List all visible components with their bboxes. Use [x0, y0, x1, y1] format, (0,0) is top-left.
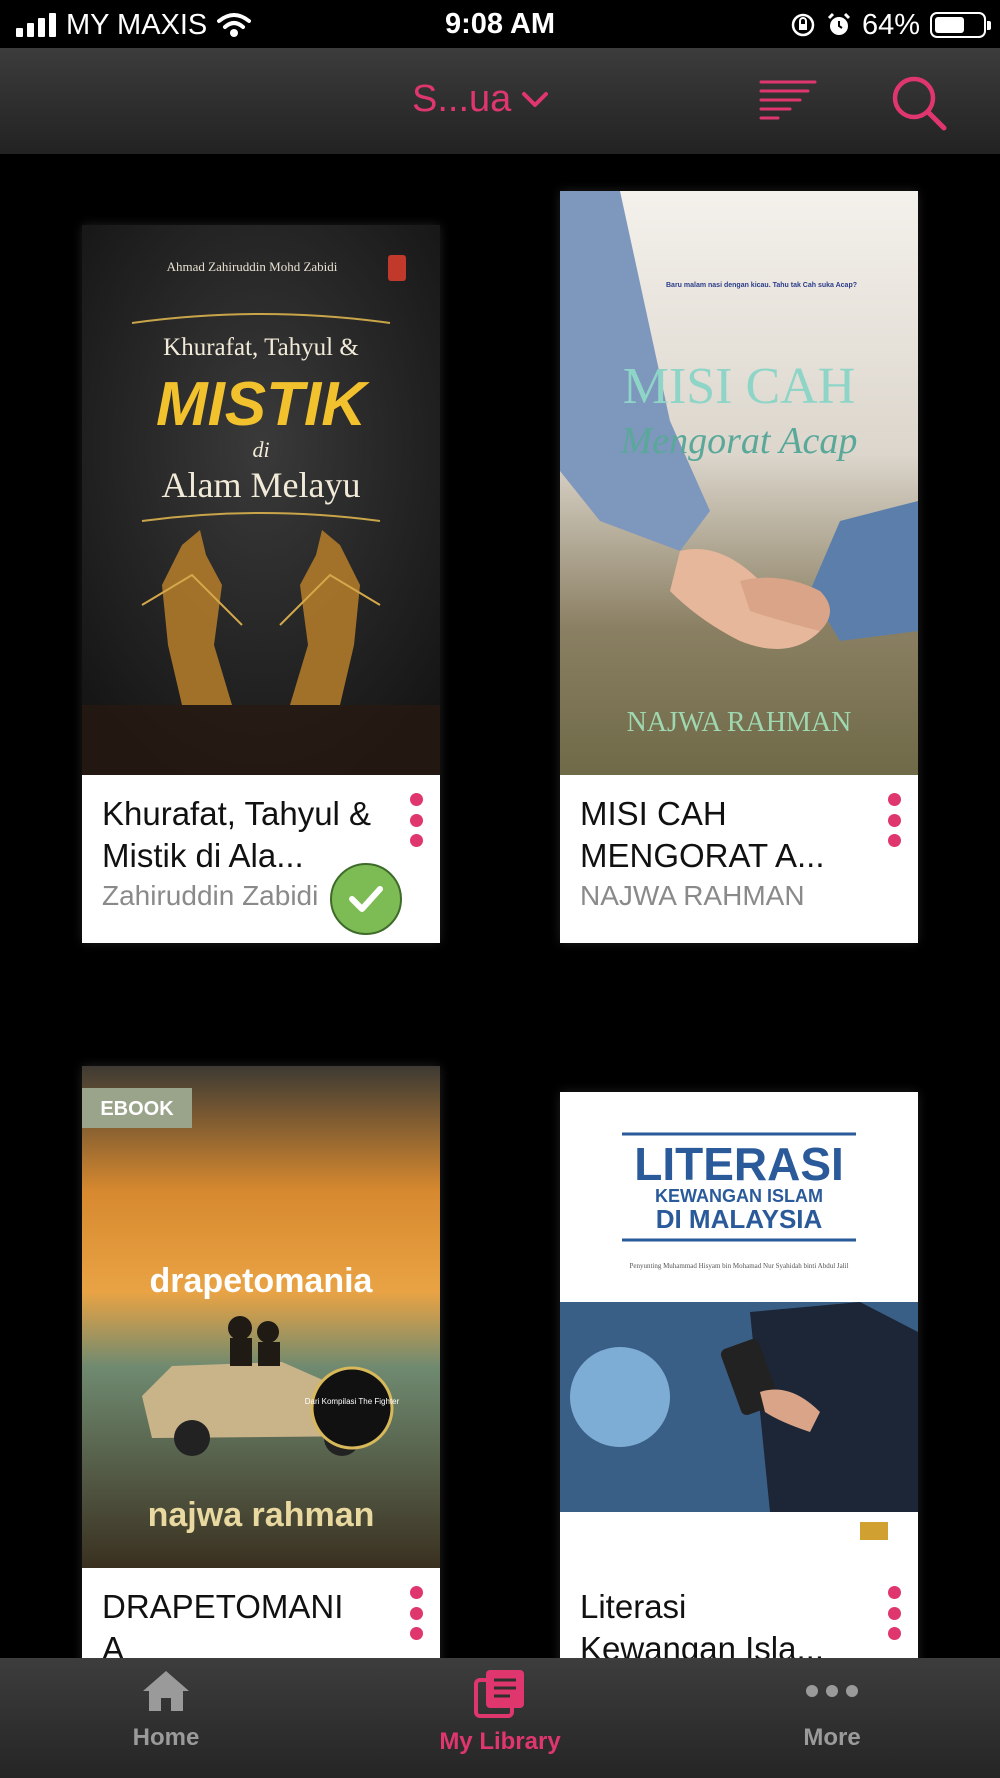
battery-icon [930, 12, 991, 38]
filter-title: S...ua [412, 78, 512, 120]
cover-art: Baru malam nasi dengan kicau. Tahu tak C… [560, 191, 918, 775]
cover-line3: DI MALAYSIA [656, 1204, 823, 1234]
tab-more-label: More [803, 1724, 861, 1751]
cover-line4: Alam Melayu [162, 465, 361, 505]
home-icon [143, 1671, 189, 1711]
cover-line2: Mengorat Acap [620, 420, 858, 462]
more-options-icon[interactable] [406, 793, 426, 847]
more-options-icon[interactable] [406, 1586, 426, 1640]
book-info[interactable]: MISI CAH MENGORAT A... NAJWA RAHMAN [560, 775, 918, 943]
alarm-icon [827, 12, 851, 35]
book-cover[interactable]: Ahmad Zahiruddin Mohd Zabidi Khurafat, T… [82, 225, 440, 775]
book-title: Literasi Kewangan Isla... [580, 1588, 824, 1658]
cover-author-text: NAJWA RAHMAN [627, 707, 852, 738]
cover-badge: EBOOK [100, 1098, 174, 1120]
book-author: NAJWA RAHMAN [580, 880, 805, 911]
search-icon[interactable] [890, 74, 948, 132]
cover-line3: di [252, 437, 269, 462]
cover-line2: MISTIK [156, 370, 370, 439]
tab-bar: Home My Library More [0, 1658, 1000, 1778]
tab-my-library[interactable]: My Library [390, 1668, 610, 1774]
cover-art: EBOOK drapetomania Dari Kompilasi The Fi… [82, 1066, 440, 1568]
cover-author-text: Ahmad Zahiruddin Mohd Zabidi [167, 259, 338, 274]
book-card[interactable]: EBOOK drapetomania Dari Kompilasi The Fi… [82, 1066, 440, 1658]
book-card[interactable]: Ahmad Zahiruddin Mohd Zabidi Khurafat, T… [82, 225, 440, 943]
tab-home[interactable]: Home [56, 1668, 276, 1774]
library-icon [474, 1670, 524, 1718]
app-header: S...ua [0, 48, 1000, 154]
cover-line1: Khurafat, Tahyul & [163, 334, 359, 361]
cover-art: Ahmad Zahiruddin Mohd Zabidi Khurafat, T… [82, 225, 440, 775]
downloaded-check-icon [330, 863, 402, 935]
orientation-lock-icon [791, 13, 815, 37]
more-dots-icon [806, 1685, 858, 1697]
library-filter-dropdown[interactable]: S...ua [412, 78, 549, 121]
cover-tagline: Baru malam nasi dengan kicau. Tahu tak C… [666, 282, 857, 289]
tab-my-library-label: My Library [439, 1728, 561, 1755]
status-bar: MY MAXIS 9:08 AM 64% [0, 0, 1000, 48]
more-options-icon[interactable] [884, 1586, 904, 1640]
tab-more[interactable]: More [722, 1668, 942, 1774]
cover-line2: KEWANGAN ISLAM [655, 1186, 823, 1206]
cover-art: LITERASI KEWANGAN ISLAM DI MALAYSIA Peny… [560, 1092, 918, 1568]
cover-line1: MISI CAH [623, 358, 856, 415]
book-info[interactable]: Literasi Kewangan Isla... [560, 1568, 918, 1658]
sort-lines-icon[interactable] [758, 78, 818, 124]
book-cover[interactable]: EBOOK drapetomania Dari Kompilasi The Fi… [82, 1066, 440, 1568]
book-card[interactable]: LITERASI KEWANGAN ISLAM DI MALAYSIA Peny… [560, 1092, 918, 1658]
cover-seal: Dari Kompilasi The Fighter [305, 1397, 400, 1406]
library-grid: Ahmad Zahiruddin Mohd Zabidi Khurafat, T… [0, 154, 1000, 1658]
cover-editors: Penyunting Muhammad Hisyam bin Mohamad N… [629, 1262, 848, 1270]
book-info[interactable]: Khurafat, Tahyul & Mistik di Ala... Zahi… [82, 775, 440, 943]
chevron-down-icon [522, 91, 549, 107]
book-title: Khurafat, Tahyul & Mistik di Ala... [102, 795, 372, 874]
book-cover[interactable]: Baru malam nasi dengan kicau. Tahu tak C… [560, 191, 918, 775]
book-info[interactable]: DRAPETOMANI A [82, 1568, 440, 1658]
book-title: DRAPETOMANI A [102, 1588, 344, 1658]
cover-author-text: najwa rahman [148, 1496, 375, 1534]
status-right: 64% [790, 8, 991, 42]
cover-line1: drapetomania [150, 1262, 374, 1300]
book-title: MISI CAH MENGORAT A... [580, 795, 825, 874]
battery-percent: 64% [861, 8, 920, 41]
book-cover[interactable]: LITERASI KEWANGAN ISLAM DI MALAYSIA Peny… [560, 1092, 918, 1568]
cover-line1: LITERASI [634, 1138, 844, 1190]
tab-home-label: Home [132, 1724, 200, 1751]
screen: MY MAXIS 9:08 AM 64% S...ua Ahmad Zahiru… [0, 0, 1000, 1778]
more-options-icon[interactable] [884, 793, 904, 847]
book-card[interactable]: Baru malam nasi dengan kicau. Tahu tak C… [560, 191, 918, 943]
